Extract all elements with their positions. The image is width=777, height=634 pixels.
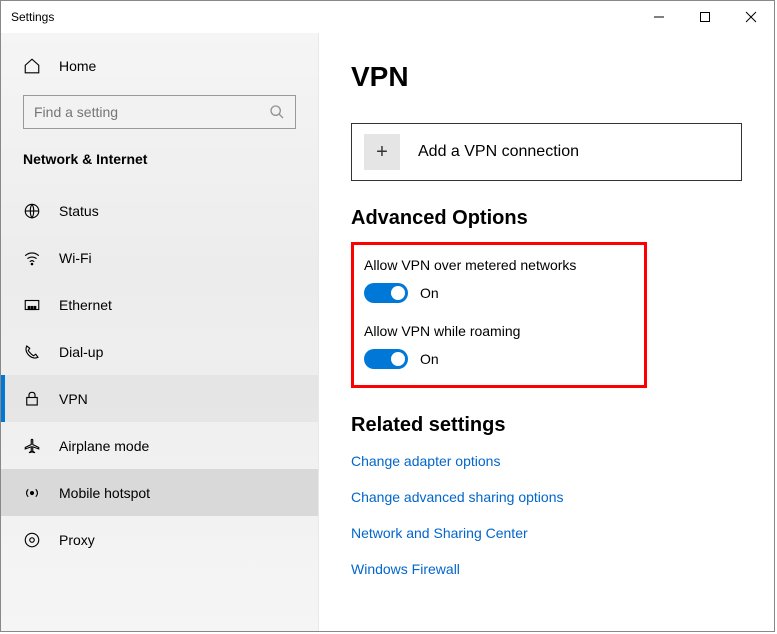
search-box[interactable] xyxy=(23,95,296,129)
home-label: Home xyxy=(59,58,96,74)
titlebar: Settings xyxy=(1,1,774,33)
link-network-sharing-center[interactable]: Network and Sharing Center xyxy=(351,525,742,541)
status-icon xyxy=(23,202,41,220)
plus-icon: + xyxy=(364,134,400,170)
dialup-icon xyxy=(23,343,41,361)
sidebar-item-ethernet[interactable]: Ethernet xyxy=(1,281,318,328)
settings-window: Settings Home Network & Internet Status xyxy=(0,0,775,632)
sidebar-item-label: Wi-Fi xyxy=(59,250,92,266)
sidebar-item-status[interactable]: Status xyxy=(1,187,318,234)
sidebar: Home Network & Internet Status Wi-Fi Eth… xyxy=(1,33,319,631)
toggle-label-roaming: Allow VPN while roaming xyxy=(364,323,634,339)
advanced-options-title: Advanced Options xyxy=(351,207,742,230)
sidebar-item-label: Proxy xyxy=(59,532,95,548)
sidebar-item-airplane[interactable]: Airplane mode xyxy=(1,422,318,469)
highlight-box: Allow VPN over metered networks On Allow… xyxy=(351,242,647,388)
vpn-icon xyxy=(23,390,41,408)
sidebar-item-label: Dial-up xyxy=(59,344,103,360)
maximize-button[interactable] xyxy=(682,1,728,33)
section-label: Network & Internet xyxy=(1,145,318,187)
search-input[interactable] xyxy=(34,104,269,120)
sidebar-item-label: Mobile hotspot xyxy=(59,485,150,501)
proxy-icon xyxy=(23,531,41,549)
sidebar-item-proxy[interactable]: Proxy xyxy=(1,516,318,563)
sidebar-item-label: VPN xyxy=(59,391,88,407)
toggle-label-metered: Allow VPN over metered networks xyxy=(364,257,634,273)
sidebar-item-vpn[interactable]: VPN xyxy=(1,375,318,422)
sidebar-item-wifi[interactable]: Wi-Fi xyxy=(1,234,318,281)
sidebar-item-label: Status xyxy=(59,203,99,219)
wifi-icon xyxy=(23,249,41,267)
link-adapter-options[interactable]: Change adapter options xyxy=(351,453,742,469)
home-icon xyxy=(23,57,41,75)
related-settings-title: Related settings xyxy=(351,414,742,437)
add-vpn-label: Add a VPN connection xyxy=(418,143,579,161)
sidebar-item-label: Ethernet xyxy=(59,297,112,313)
toggle-row-roaming: On xyxy=(364,349,634,369)
toggle-metered[interactable] xyxy=(364,283,408,303)
toggle-state-metered: On xyxy=(420,285,439,301)
page-title: VPN xyxy=(351,61,742,93)
link-windows-firewall[interactable]: Windows Firewall xyxy=(351,561,742,577)
toggle-row-metered: On xyxy=(364,283,634,303)
close-button[interactable] xyxy=(728,1,774,33)
sidebar-item-hotspot[interactable]: Mobile hotspot xyxy=(1,469,318,516)
ethernet-icon xyxy=(23,296,41,314)
main-content: VPN + Add a VPN connection Advanced Opti… xyxy=(319,33,774,631)
add-vpn-button[interactable]: + Add a VPN connection xyxy=(351,123,742,181)
home-button[interactable]: Home xyxy=(1,47,318,85)
search-icon xyxy=(269,104,285,120)
toggle-roaming[interactable] xyxy=(364,349,408,369)
toggle-state-roaming: On xyxy=(420,351,439,367)
link-sharing-options[interactable]: Change advanced sharing options xyxy=(351,489,742,505)
minimize-button[interactable] xyxy=(636,1,682,33)
window-controls xyxy=(636,1,774,33)
hotspot-icon xyxy=(23,484,41,502)
airplane-icon xyxy=(23,437,41,455)
body: Home Network & Internet Status Wi-Fi Eth… xyxy=(1,33,774,631)
sidebar-item-dialup[interactable]: Dial-up xyxy=(1,328,318,375)
window-title: Settings xyxy=(11,10,54,24)
sidebar-item-label: Airplane mode xyxy=(59,438,149,454)
